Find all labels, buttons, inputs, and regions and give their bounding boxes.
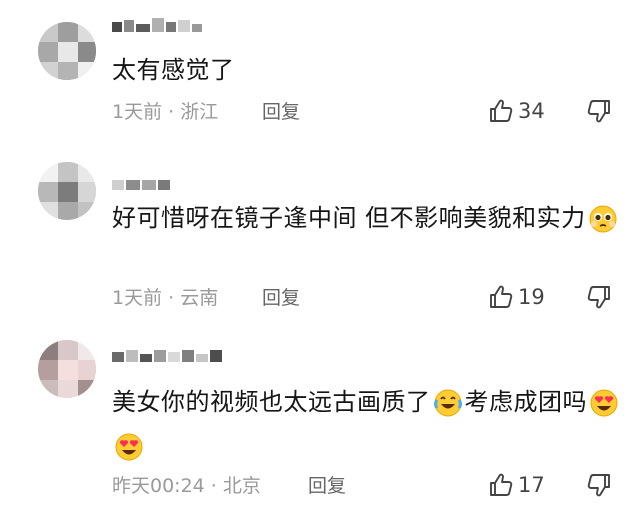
comment-meta: 1天前 · 浙江 xyxy=(112,99,218,125)
like-count: 19 xyxy=(518,285,545,309)
comment-location: 浙江 xyxy=(180,101,219,123)
comment-time: 1天前 xyxy=(112,101,163,123)
username-blurred[interactable] xyxy=(112,348,232,364)
thumbs-up-icon xyxy=(488,284,514,310)
like-button[interactable]: 34 xyxy=(488,98,545,124)
heart-eyes-face-emoji xyxy=(589,388,619,418)
reply-button[interactable]: 回复 xyxy=(308,473,346,499)
comment-location: 北京 xyxy=(222,475,261,497)
heart-eyes-face-emoji xyxy=(114,432,144,462)
username-blurred[interactable] xyxy=(112,18,212,34)
meta-separator: · xyxy=(204,475,223,497)
username-blurred[interactable] xyxy=(112,176,172,192)
like-count: 34 xyxy=(518,99,545,123)
comment-text: 太有感觉了 xyxy=(112,48,622,92)
comment-item: 好可惜呀在镜子逢中间 但不影响美貌和实力 1天前 · 云南 回复 19 xyxy=(0,150,640,330)
reply-button[interactable]: 回复 xyxy=(262,99,300,125)
avatar[interactable] xyxy=(38,22,96,80)
reply-button[interactable]: 回复 xyxy=(262,285,300,311)
thumbs-up-icon xyxy=(488,472,514,498)
comment-time: 1天前 xyxy=(112,287,163,309)
comment-item: 美女你的视频也太远古画质了 考虑成团吗 昨天00:24 · 北京 回复 17 xyxy=(0,330,640,520)
like-button[interactable]: 19 xyxy=(488,284,545,310)
avatar[interactable] xyxy=(38,162,96,220)
comment-text-content-continued: 考虑成团吗 xyxy=(464,388,587,416)
comment-text-content: 美女你的视频也太远古画质了 xyxy=(112,388,431,416)
comment-meta: 昨天00:24 · 北京 xyxy=(112,473,261,499)
thumbs-down-icon[interactable] xyxy=(586,98,614,126)
comment-item: 太有感觉了 1天前 · 浙江 回复 34 xyxy=(0,0,640,150)
laughing-crying-face-emoji xyxy=(433,388,463,418)
meta-separator: · xyxy=(162,101,181,123)
avatar[interactable] xyxy=(38,340,96,398)
meta-separator: · xyxy=(162,287,181,309)
comment-text-content: 好可惜呀在镜子逢中间 但不影响美貌和实力 xyxy=(112,204,586,232)
thumbs-down-icon[interactable] xyxy=(586,472,614,500)
comment-text: 美女你的视频也太远古画质了 考虑成团吗 xyxy=(112,380,622,468)
pleading-face-emoji xyxy=(588,204,618,234)
comment-location: 云南 xyxy=(180,287,219,309)
thumbs-down-icon[interactable] xyxy=(586,284,614,312)
thumbs-up-icon xyxy=(488,98,514,124)
comment-meta: 1天前 · 云南 xyxy=(112,285,218,311)
comment-text: 好可惜呀在镜子逢中间 但不影响美貌和实力 xyxy=(112,196,622,240)
comment-time: 昨天00:24 xyxy=(112,475,205,497)
comment-text-content: 太有感觉了 xyxy=(112,56,235,84)
like-button[interactable]: 17 xyxy=(488,472,545,498)
like-count: 17 xyxy=(518,473,545,497)
